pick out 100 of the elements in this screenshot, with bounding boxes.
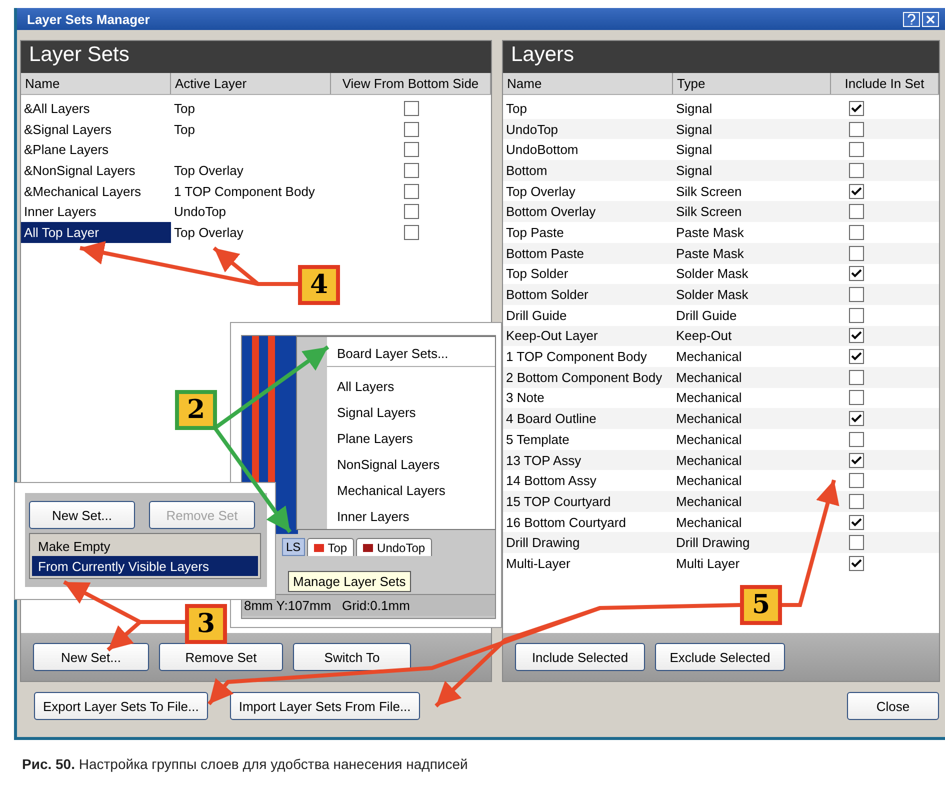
panel-button[interactable]: Remove Set (159, 643, 283, 671)
checkbox[interactable] (849, 349, 864, 364)
checkbox[interactable] (404, 184, 418, 199)
menu-item[interactable]: NonSignal Layers (327, 451, 495, 477)
table-cell-text: Mechanical (675, 514, 743, 532)
table-cell[interactable]: Inner Layers (21, 201, 171, 222)
checkbox[interactable] (404, 100, 418, 116)
checkbox[interactable] (849, 328, 864, 344)
checkbox[interactable] (849, 246, 864, 261)
checkbox[interactable] (849, 122, 864, 137)
callout-number: 2 (175, 390, 217, 430)
tab-label: Top (328, 540, 348, 554)
checkbox[interactable] (849, 494, 864, 509)
callout-number: 5 (740, 585, 782, 625)
table-cell-text: 1 TOP Component Body (173, 182, 316, 201)
checkbox[interactable] (849, 184, 864, 199)
table-cell[interactable]: &All Layers (21, 98, 171, 119)
column-header[interactable]: Type (673, 73, 831, 94)
checkbox[interactable] (404, 162, 418, 178)
help-button[interactable] (903, 12, 920, 26)
checkbox[interactable] (849, 142, 864, 158)
table-cell-text: Drill Drawing (675, 534, 751, 552)
layer-sets-button[interactable]: LS (282, 538, 305, 556)
checkbox[interactable] (849, 224, 864, 240)
table-cell-text: 3 Note (505, 389, 546, 408)
checkbox[interactable] (849, 514, 864, 530)
menu-item[interactable]: Make Empty (32, 536, 258, 556)
tooltip: Manage Layer Sets (288, 571, 411, 592)
table-cell-text: Signal (675, 120, 714, 139)
close-button[interactable] (922, 12, 939, 26)
file-button[interactable]: Export Layer Sets To File... (34, 692, 208, 720)
table-cell[interactable]: &Mechanical Layers (21, 180, 171, 202)
checkbox[interactable] (849, 452, 864, 468)
checkbox[interactable] (404, 224, 418, 240)
column-header[interactable]: Name (21, 73, 171, 94)
table-cell-text: Top (505, 100, 528, 118)
table-cell[interactable]: &Plane Layers (21, 139, 171, 160)
menu-item[interactable]: All Layers (327, 373, 495, 399)
menu-item[interactable]: Inner Layers (327, 503, 495, 529)
column-header[interactable]: Active Layer (171, 73, 331, 94)
checkbox[interactable] (404, 122, 418, 137)
table-cell-text: Keep-Out Layer (505, 327, 599, 346)
checkbox[interactable] (849, 287, 864, 302)
table-cell-text: Multi-Layer (505, 554, 572, 573)
table-cell-text: Multi Layer (675, 554, 741, 573)
panel-button[interactable]: Exclude Selected (655, 643, 785, 671)
table-cell-text: 14 Bottom Assy (505, 472, 598, 490)
panel-title: Layers (503, 41, 939, 73)
checkbox[interactable] (849, 556, 864, 571)
table-cell-text: Mechanical (675, 452, 743, 470)
table-cell-text: Top (173, 100, 196, 118)
checkbox[interactable] (849, 390, 864, 406)
table-cell-text: 13 TOP Assy (505, 452, 582, 470)
layer-tab[interactable]: Top (306, 538, 354, 556)
table-cell-text: 15 TOP Courtyard (505, 492, 612, 511)
layer-tab[interactable]: UndoTop (356, 538, 432, 556)
checkbox[interactable] (849, 473, 864, 488)
set-button[interactable]: New Set... (29, 501, 135, 529)
close-button[interactable]: Close (847, 692, 939, 720)
table-cell-text: Mechanical (675, 368, 743, 387)
table-cell[interactable]: &Signal Layers (21, 118, 171, 140)
checkbox[interactable] (849, 432, 864, 447)
checkbox[interactable] (849, 370, 864, 385)
checkbox[interactable] (849, 162, 864, 178)
table-cell-text: Signal (675, 100, 714, 118)
checkbox[interactable] (404, 142, 418, 158)
column-header[interactable]: Name (503, 73, 673, 94)
help-icon (907, 14, 916, 24)
table-cell-text: Drill Guide (505, 306, 568, 325)
table-cell-text: 2 Bottom Component Body (505, 368, 664, 387)
table-cell-text: Bottom (505, 162, 548, 180)
panel-button[interactable]: Include Selected (515, 643, 645, 671)
table-cell-text: Keep-Out (675, 327, 733, 346)
table-cell-text: Top (173, 120, 196, 139)
menu-item[interactable]: Signal Layers (327, 399, 495, 425)
checkbox[interactable] (849, 266, 864, 282)
checkbox[interactable] (849, 100, 864, 116)
checkbox[interactable] (849, 204, 864, 220)
table-cell[interactable]: All Top Layer (21, 222, 171, 243)
panel-button[interactable]: New Set... (33, 643, 149, 671)
file-button[interactable]: Import Layer Sets From File... (230, 692, 420, 720)
table-cell-text: Bottom Paste (505, 244, 586, 263)
menu-item[interactable]: From Currently Visible Layers (32, 556, 258, 576)
column-header[interactable]: View From Bottom Side (331, 73, 491, 94)
table-cell[interactable]: &NonSignal Layers (21, 160, 171, 181)
table-cell-text: Top Overlay (173, 162, 244, 180)
table-cell-text: Top Solder (505, 265, 570, 284)
table-cell-text: UndoTop (173, 203, 228, 222)
checkbox[interactable] (849, 308, 864, 323)
table-cell-text: Mechanical (675, 430, 743, 449)
checkbox[interactable] (849, 535, 864, 550)
window-title: Layer Sets Manager (27, 12, 150, 26)
menu-item[interactable]: Plane Layers (327, 425, 495, 451)
panel-button[interactable]: Switch To (293, 643, 411, 671)
checkbox[interactable] (404, 204, 418, 220)
table-cell-text: Paste Mask (675, 224, 745, 242)
checkbox[interactable] (849, 411, 864, 426)
menu-item[interactable]: Mechanical Layers (327, 477, 495, 503)
column-header[interactable]: Include In Set (831, 73, 939, 94)
table-cell-text: Bottom Solder (505, 286, 590, 304)
